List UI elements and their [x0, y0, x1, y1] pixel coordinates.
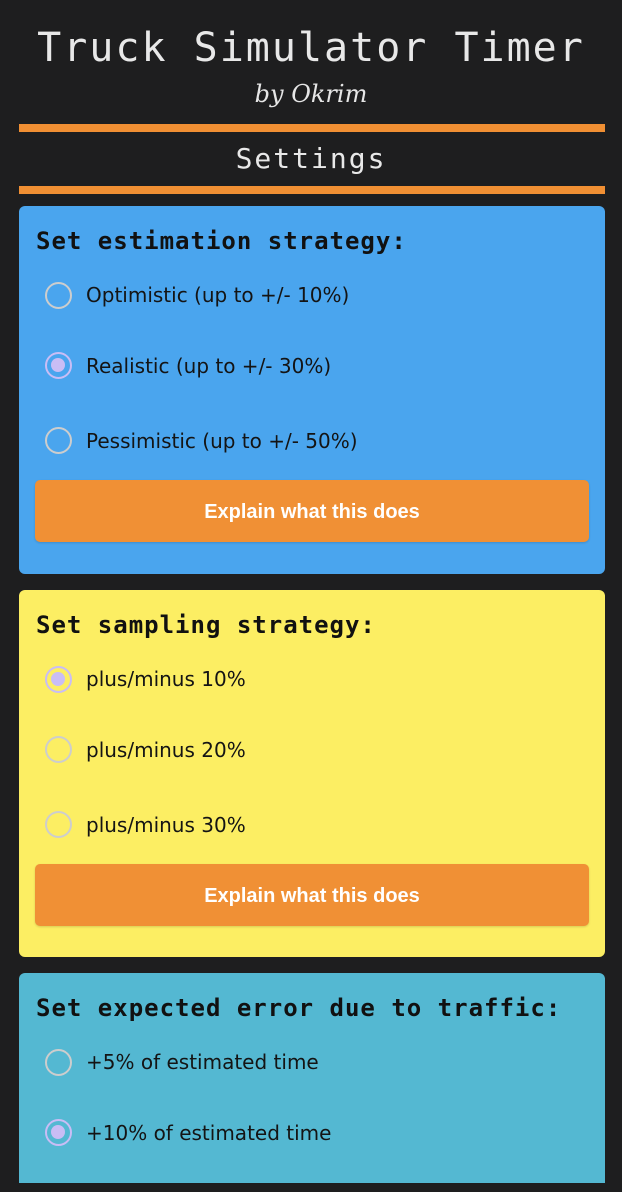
radio-button[interactable] [45, 427, 72, 454]
radio-button[interactable] [45, 281, 72, 309]
sampling-option-20[interactable]: plus/minus 20% [35, 712, 589, 787]
estimation-option-pessimistic[interactable]: Pessimistic (up to +/- 50%) [35, 403, 589, 478]
estimation-option-label: Optimistic (up to +/- 10%) [86, 283, 350, 307]
explain-sampling-button[interactable]: Explain what this does [35, 864, 589, 926]
estimation-strategy-title: Set estimation strategy: [36, 227, 407, 255]
sampling-option-label: plus/minus 30% [86, 812, 246, 837]
traffic-option-5[interactable]: +5% of estimated time [35, 1029, 589, 1095]
app-title: Truck Simulator Timer [37, 25, 585, 71]
traffic-option-label: +5% of estimated time [86, 1050, 319, 1074]
traffic-option-label: +10% of estimated time [86, 1120, 332, 1145]
sampling-strategy-title: Set sampling strategy: [36, 611, 376, 639]
traffic-error-title: Set expected error due to traffic: [36, 994, 562, 1022]
explain-estimation-button[interactable]: Explain what this does [35, 480, 589, 542]
traffic-error-card: Set expected error due to traffic: +5% o… [19, 973, 605, 1183]
traffic-option-10[interactable]: +10% of estimated time [35, 1095, 589, 1170]
divider-top [19, 124, 605, 132]
radio-button-checked[interactable] [45, 665, 72, 693]
radio-button[interactable] [45, 811, 72, 838]
app-subtitle: by Okrim [254, 80, 368, 108]
radio-button-checked[interactable] [45, 1119, 72, 1146]
divider-bottom [19, 186, 605, 194]
estimation-option-optimistic[interactable]: Optimistic (up to +/- 10%) [35, 262, 589, 328]
estimation-option-label: Pessimistic (up to +/- 50%) [86, 428, 358, 453]
radio-button-checked[interactable] [45, 352, 72, 379]
radio-button[interactable] [45, 736, 72, 763]
sampling-option-label: plus/minus 20% [86, 737, 246, 762]
app-screen: Truck Simulator Timer by Okrim Settings … [0, 0, 622, 1192]
header: Truck Simulator Timer by Okrim [0, 0, 622, 114]
estimation-option-realistic[interactable]: Realistic (up to +/- 30%) [35, 328, 589, 403]
estimation-strategy-card: Set estimation strategy: Optimistic (up … [19, 206, 605, 574]
radio-button[interactable] [45, 1048, 72, 1076]
estimation-option-label: Realistic (up to +/- 30%) [86, 353, 332, 378]
section-title: Settings [235, 142, 387, 175]
sampling-strategy-card: Set sampling strategy: plus/minus 10% pl… [19, 590, 605, 957]
sampling-option-10[interactable]: plus/minus 10% [35, 646, 589, 712]
sampling-option-label: plus/minus 10% [86, 667, 246, 691]
sampling-option-30[interactable]: plus/minus 30% [35, 787, 589, 862]
